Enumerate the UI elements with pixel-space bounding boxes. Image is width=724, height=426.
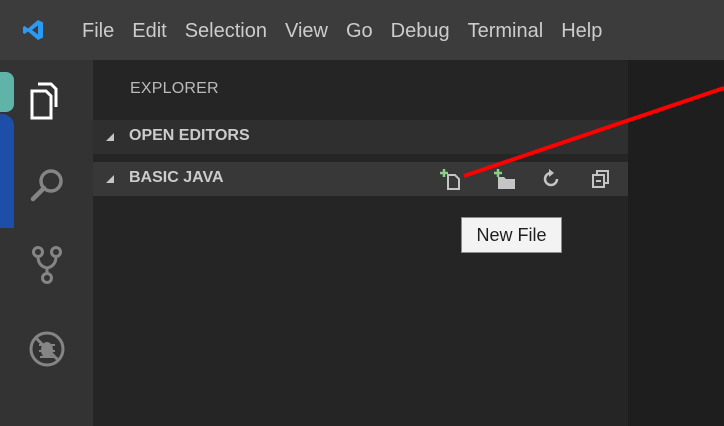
menu-help[interactable]: Help	[561, 16, 616, 46]
editor-area[interactable]	[628, 60, 724, 426]
menu-debug[interactable]: Debug	[391, 16, 464, 46]
menu-edit[interactable]: Edit	[132, 16, 180, 46]
menu-view[interactable]: View	[285, 16, 342, 46]
menu-go[interactable]: Go	[346, 16, 387, 46]
menu-bar: File Edit Selection View Go Debug Termin…	[82, 16, 620, 46]
refresh-icon[interactable]	[535, 162, 567, 196]
chevron-down-icon	[106, 133, 114, 141]
explorer-icon[interactable]	[22, 76, 72, 126]
new-folder-icon[interactable]	[489, 162, 521, 196]
collapse-all-icon[interactable]	[585, 162, 617, 196]
section-open-editors[interactable]: OPEN EDITORS	[93, 120, 628, 154]
vscode-logo-icon	[23, 20, 43, 40]
search-icon[interactable]	[22, 160, 72, 210]
title-bar: File Edit Selection View Go Debug Termin…	[0, 0, 724, 60]
menu-terminal[interactable]: Terminal	[468, 16, 558, 46]
menu-selection[interactable]: Selection	[185, 16, 281, 46]
menu-file[interactable]: File	[82, 16, 128, 46]
section-label: BASIC JAVA	[129, 169, 224, 186]
explorer-title: EXPLORER	[130, 80, 219, 97]
source-control-icon[interactable]	[22, 240, 72, 290]
chevron-down-icon	[106, 175, 114, 183]
debug-icon[interactable]	[22, 324, 72, 374]
tooltip-new-file: New File	[461, 217, 562, 253]
background-shape	[0, 68, 16, 228]
new-file-icon[interactable]	[435, 162, 467, 196]
section-label: OPEN EDITORS	[129, 127, 250, 144]
